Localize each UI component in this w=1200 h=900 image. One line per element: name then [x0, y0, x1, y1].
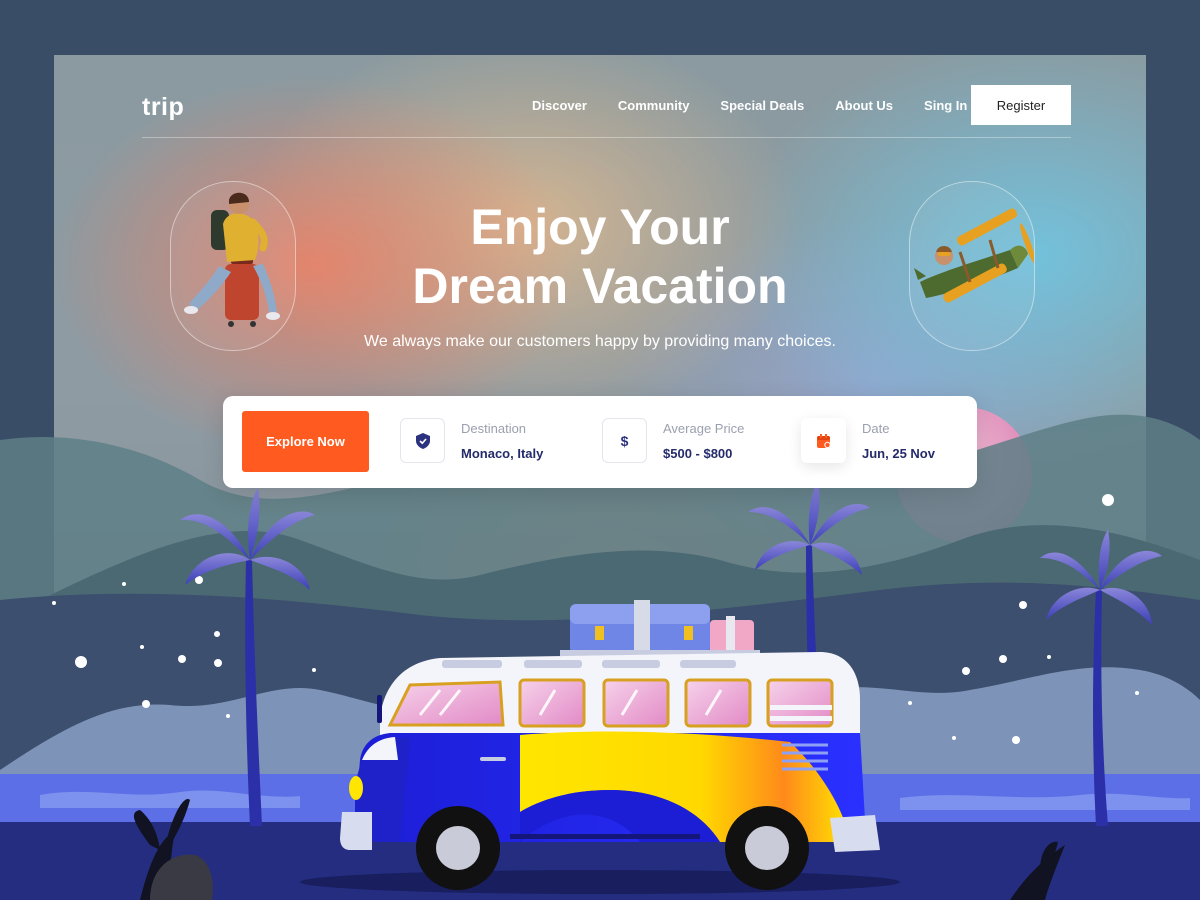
nav-item-discover[interactable]: Discover — [532, 98, 587, 113]
hero-subtitle: We always make our customers happy by pr… — [364, 333, 836, 350]
nav-item-sign-in[interactable]: Sing In — [924, 98, 967, 113]
nav-item-community[interactable]: Community — [618, 98, 690, 113]
dollar-icon: $ — [602, 418, 647, 463]
nav-item-special-deals[interactable]: Special Deals — [720, 98, 804, 113]
biplane-image-pill — [909, 181, 1035, 351]
price-field[interactable]: $ Average Price $500 - $800 — [602, 418, 782, 466]
date-value: Jun, 25 Nov — [862, 446, 935, 461]
nav-item-about-us[interactable]: About Us — [835, 98, 893, 113]
biplane-illustration — [914, 208, 1034, 303]
shield-check-icon — [400, 418, 445, 463]
destination-field[interactable]: Destination Monaco, Italy — [400, 418, 580, 466]
date-field[interactable]: Date Jun, 25 Nov — [801, 418, 961, 466]
traveler-image-pill — [170, 181, 296, 351]
trip-search-card: Explore Now Destination Monaco, Italy $ … — [223, 396, 977, 488]
price-label: Average Price — [663, 421, 745, 436]
traveler-illustration — [184, 192, 280, 327]
calendar-icon — [801, 418, 846, 463]
hero-title-line-1: Enjoy Your — [470, 199, 730, 255]
hero-title: Enjoy Your Dream Vacation — [300, 198, 900, 316]
hero-title-line-2: Dream Vacation — [412, 258, 788, 314]
explore-now-button[interactable]: Explore Now — [242, 411, 369, 472]
destination-value: Monaco, Italy — [461, 446, 544, 461]
top-navigation: trip Discover Community Special Deals Ab… — [142, 85, 1071, 138]
price-value: $500 - $800 — [663, 446, 733, 461]
destination-label: Destination — [461, 421, 527, 436]
logo[interactable]: trip — [142, 93, 184, 122]
register-button[interactable]: Register — [971, 85, 1071, 125]
nav-menu: Discover Community Special Deals About U… — [532, 98, 998, 113]
date-label: Date — [862, 421, 890, 436]
